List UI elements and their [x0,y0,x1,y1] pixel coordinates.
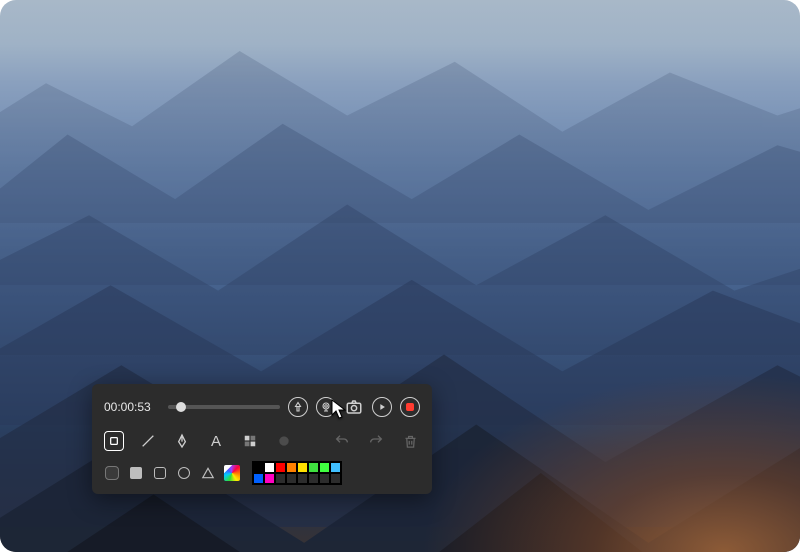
swatch[interactable] [319,462,330,473]
shape-rounded-square[interactable] [104,465,120,481]
color-swatches [252,461,342,485]
recording-timer: 00:00:53 [104,400,160,414]
marker-button[interactable] [288,397,308,417]
swatch[interactable] [275,473,286,484]
shape-outline-square[interactable] [152,465,168,481]
trash-button[interactable] [400,431,420,451]
progress-slider[interactable] [168,405,280,409]
shape-filled-square[interactable] [128,465,144,481]
line-tool[interactable] [138,431,158,451]
redo-button[interactable] [366,431,386,451]
play-button[interactable] [372,397,392,417]
swatch[interactable] [275,462,286,473]
progress-slider-thumb[interactable] [176,402,186,412]
swatch[interactable] [264,473,275,484]
pixelate-tool[interactable] [240,431,260,451]
camera-button[interactable] [344,397,364,417]
pen-tool[interactable] [172,431,192,451]
text-tool[interactable]: A [206,431,226,451]
swatch[interactable] [297,473,308,484]
undo-button[interactable] [332,431,352,451]
desktop-viewport: 00:00:53 [0,0,800,552]
webcam-button[interactable] [316,397,336,417]
swatch[interactable] [264,462,275,473]
shape-circle[interactable] [176,465,192,481]
rectangle-tool[interactable] [104,431,124,451]
swatch[interactable] [308,462,319,473]
screen-recorder-toolbar: 00:00:53 [92,384,432,494]
swatch[interactable] [297,462,308,473]
shape-triangle[interactable] [200,465,216,481]
swatch[interactable] [286,473,297,484]
swatch[interactable] [286,462,297,473]
record-stop-button[interactable] [400,397,420,417]
swatch[interactable] [319,473,330,484]
swatch[interactable] [308,473,319,484]
color-picker-button[interactable] [224,465,240,481]
swatch[interactable] [330,462,341,473]
swatch[interactable] [253,473,264,484]
ellipse-tool[interactable] [274,431,294,451]
swatch[interactable] [253,462,264,473]
swatch[interactable] [330,473,341,484]
